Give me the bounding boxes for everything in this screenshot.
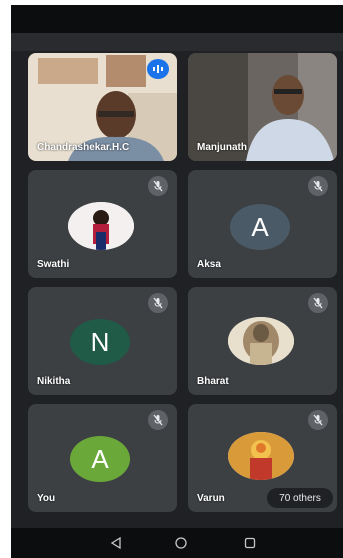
participant-name: Chandrashekar.H.C [37, 142, 130, 153]
participant-name: Aksa [197, 259, 221, 270]
participant-name: Nikitha [37, 376, 71, 387]
avatar-photo-swathi [68, 202, 134, 250]
mic-off-icon [308, 410, 328, 430]
participant-name: Swathi [37, 259, 70, 270]
speaking-indicator-icon [147, 59, 169, 79]
recents-square-icon[interactable] [241, 534, 259, 552]
participant-tile-swathi[interactable]: Swathi [28, 170, 177, 278]
avatar-photo-bharat [228, 317, 294, 365]
others-count-button[interactable]: 70 others [267, 488, 333, 508]
avatar-photo-varun [228, 432, 294, 480]
participant-name: Manjunath [197, 142, 247, 153]
participant-name: You [37, 493, 56, 504]
app-top-bar [11, 33, 343, 51]
back-triangle-icon[interactable] [107, 534, 125, 552]
participant-tile-manjunath[interactable]: Manjunath [188, 53, 337, 161]
mic-off-icon [308, 176, 328, 196]
avatar-initial-aksa: A [230, 204, 290, 250]
android-nav-bar [11, 528, 343, 558]
participant-name: Bharat [197, 376, 229, 387]
mic-off-icon [148, 293, 168, 313]
participant-tile-you[interactable]: A You [28, 404, 177, 512]
avatar-initial-nikitha: N [70, 319, 130, 365]
avatar-initial-you: A [70, 436, 130, 482]
status-bar [11, 5, 343, 33]
participant-tile-varun[interactable]: Varun 70 others [188, 404, 337, 512]
mic-off-icon [148, 410, 168, 430]
mic-off-icon [148, 176, 168, 196]
participant-tile-bharat[interactable]: Bharat [188, 287, 337, 395]
participant-tile-aksa[interactable]: A Aksa [188, 170, 337, 278]
meeting-screen: Chandrashekar.H.C Manjunath Swathi A Aks… [11, 5, 343, 558]
participant-tile-nikitha[interactable]: N Nikitha [28, 287, 177, 395]
home-circle-icon[interactable] [172, 534, 190, 552]
participant-tile-chandrashekar[interactable]: Chandrashekar.H.C [28, 53, 177, 161]
participant-name: Varun [197, 493, 225, 504]
mic-off-icon [308, 293, 328, 313]
